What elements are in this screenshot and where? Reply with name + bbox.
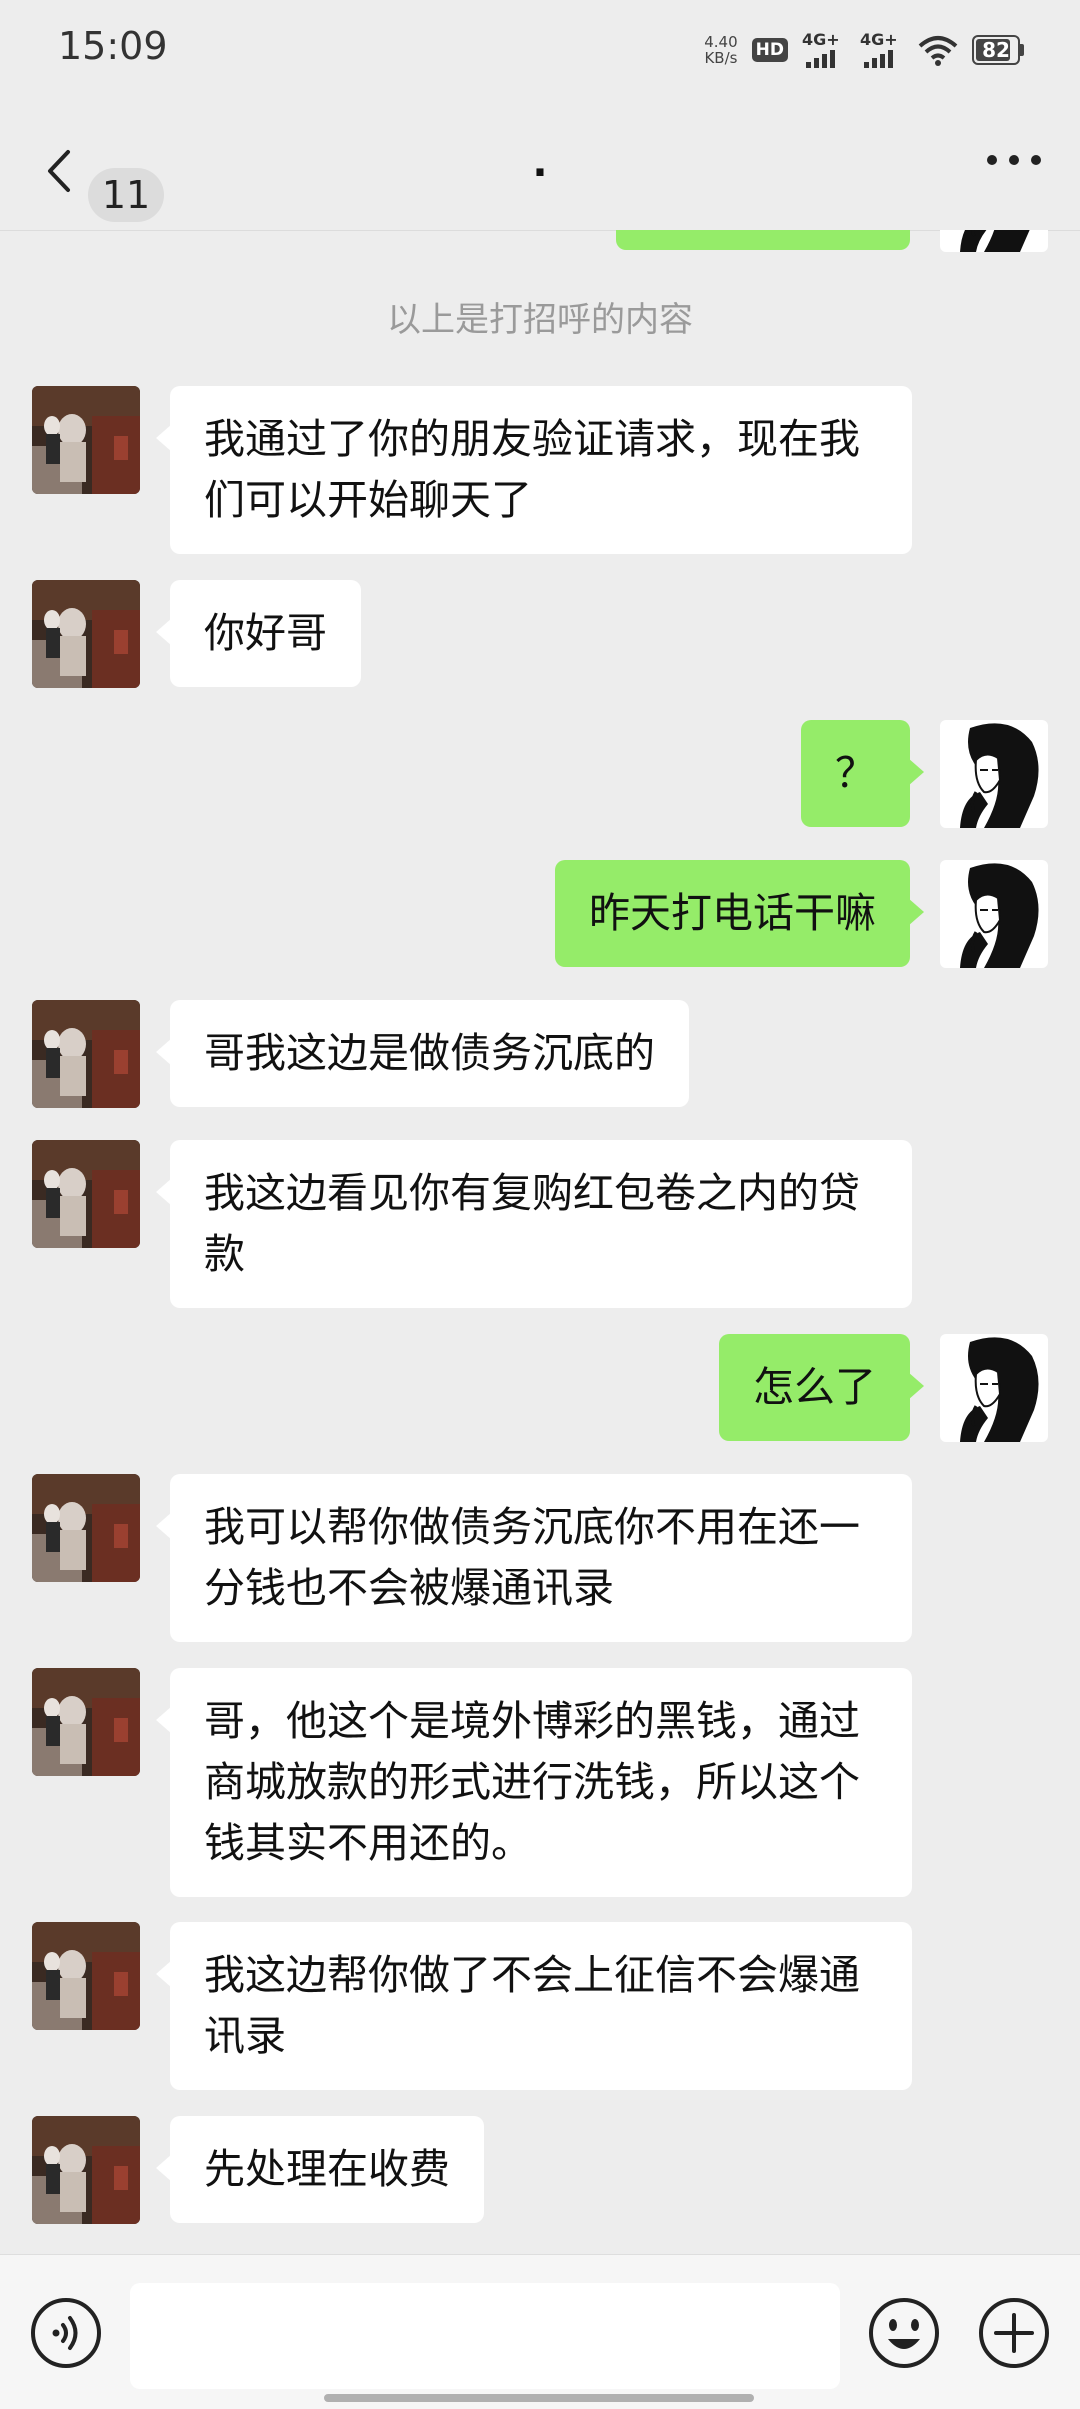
greeting-system-note: 以上是打招呼的内容 (387, 300, 693, 340)
status-time: 15:09 (58, 24, 168, 68)
my-avatar[interactable] (940, 860, 1048, 968)
signal-label: 4G+ (802, 30, 840, 49)
message-bubble-outgoing[interactable]: 昨天打电话干嘛 (555, 860, 924, 967)
my-avatar[interactable] (940, 1334, 1048, 1442)
home-indicator[interactable] (324, 2394, 754, 2402)
my-avatar[interactable] (940, 720, 1048, 828)
emoji-icon (869, 2298, 939, 2368)
more-button[interactable] (984, 150, 1044, 190)
net-speed: 4.40 KB/s (704, 34, 737, 66)
signal-4g-icon: 4G+ (802, 30, 846, 68)
plus-icon (979, 2298, 1049, 2368)
message-bubble-incoming[interactable]: 我通过了你的朋友验证请求，现在我们可以开始聊天了 (156, 386, 912, 554)
chat-header: 11 . (0, 100, 1080, 231)
signal-4g-icon: 4G+ (860, 30, 904, 68)
status-icons: 4.40 KB/s HD 4G+ 4G+ 82 (704, 30, 1024, 70)
voice-icon (31, 2298, 101, 2368)
message-bubble-outgoing[interactable]: 怎么了 (719, 1334, 924, 1441)
message-bubble-incoming[interactable]: 我这边帮你做了不会上征信不会爆通讯录 (156, 1922, 912, 2090)
contact-avatar[interactable] (32, 1668, 140, 1776)
message-bubble-incoming[interactable]: 我这边看见你有复购红包卷之内的贷款 (156, 1140, 912, 1308)
contact-avatar[interactable] (32, 386, 140, 494)
wifi-icon (918, 36, 958, 66)
input-bar (0, 2254, 1080, 2409)
message-bubble-incoming[interactable]: 哥，他这个是境外博彩的黑钱，通过商城放款的形式进行洗钱，所以这个钱其实不用还的。 (156, 1668, 912, 1897)
battery-icon: 82 (972, 35, 1024, 65)
message-bubble-incoming[interactable]: 哥我这边是做债务沉底的 (156, 1000, 689, 1107)
message-input[interactable] (130, 2283, 840, 2389)
emoji-button[interactable] (868, 2297, 940, 2369)
net-speed-unit: KB/s (704, 49, 738, 67)
hd-icon: HD (751, 38, 788, 62)
my-avatar[interactable] (940, 230, 1048, 252)
message-bubble-incoming[interactable]: 我可以帮你做债务沉底你不用在还一分钱也不会被爆通讯录 (156, 1474, 912, 1642)
contact-avatar[interactable] (32, 1922, 140, 2030)
partial-message-bubble (616, 230, 910, 250)
chat-area[interactable]: 以上是打招呼的内容 我通过了你的朋友验证请求，现在我们可以开始聊天了 你好哥 ？… (0, 230, 1080, 2254)
status-bar: 15:09 4.40 KB/s HD 4G+ 4G+ 82 (0, 0, 1080, 100)
net-speed-value: 4.40 (704, 33, 738, 51)
chat-title: . (532, 140, 548, 186)
contact-avatar[interactable] (32, 580, 140, 688)
contact-avatar[interactable] (32, 2116, 140, 2224)
message-bubble-incoming[interactable]: 你好哥 (156, 580, 361, 687)
voice-button[interactable] (30, 2297, 102, 2369)
more-dots-icon (987, 155, 1041, 165)
message-bubble-incoming[interactable]: 先处理在收费 (156, 2116, 484, 2223)
signal-label: 4G+ (860, 30, 898, 49)
message-bubble-outgoing[interactable]: ？ (801, 720, 924, 827)
battery-level: 82 (982, 38, 1010, 62)
contact-avatar[interactable] (32, 1140, 140, 1248)
contact-avatar[interactable] (32, 1000, 140, 1108)
contact-avatar[interactable] (32, 1474, 140, 1582)
more-functions-button[interactable] (978, 2297, 1050, 2369)
